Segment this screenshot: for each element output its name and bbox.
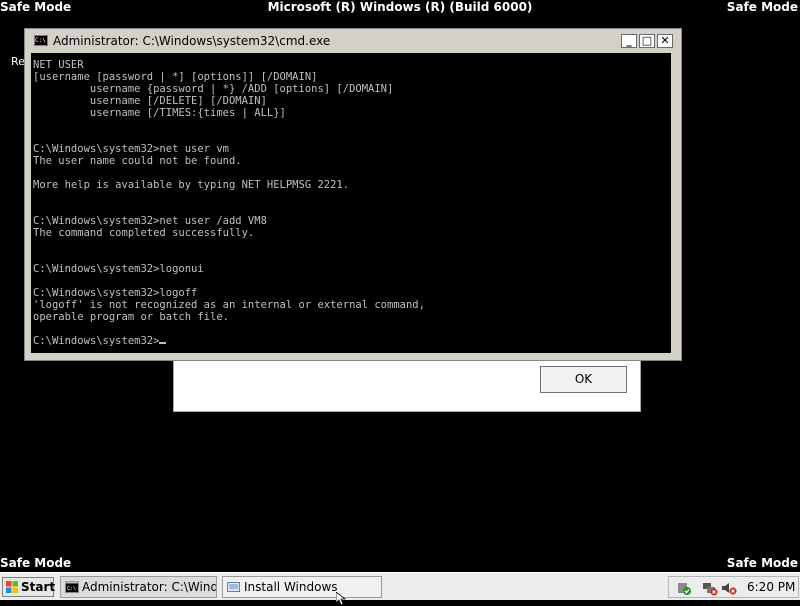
mouse-pointer-icon [336,592,346,606]
background-text-fragment: Re [11,55,25,68]
window-title: Administrator: C:\Windows\system32\cmd.e… [53,34,331,48]
console-output[interactable]: NET USER [username [password | *] [optio… [33,59,425,347]
windows-defender-icon[interactable] [676,580,692,596]
text-cursor [159,342,167,344]
safe-mode-label-bottom-right: Safe Mode [726,556,798,570]
start-label: Start [21,580,56,594]
start-button[interactable]: Start [2,577,56,597]
windows-logo-icon [6,581,18,593]
maximize-button[interactable]: □ [639,34,655,48]
ok-button[interactable]: OK [540,366,627,393]
console-text: NET USER [username [password | *] [optio… [33,59,425,347]
safe-mode-label-bottom-left: Safe Mode [0,556,72,570]
system-tray: 6:20 PM [668,576,799,598]
taskbar-button-label: Administrator: C:\Windo... [82,580,216,594]
taskbar-button-cmd[interactable]: C:\ Administrator: C:\Windo... [60,576,217,598]
minimize-button[interactable]: _ [621,34,637,48]
taskbar-button-label: Install Windows [244,580,338,594]
cmd-icon: C:\ [65,581,79,593]
build-title: Microsoft (R) Windows (R) (Build 6000) [267,0,533,14]
network-disconnected-icon[interactable] [702,580,718,596]
taskbar: Start C:\ Administrator: C:\Windo... Ins… [0,572,800,600]
background-dialog: OK [173,357,641,412]
clock[interactable]: 6:20 PM [747,577,795,597]
cmd-icon: C:\ [34,35,48,46]
setup-icon [227,582,240,592]
taskbar-button-install-windows[interactable]: Install Windows [222,576,382,598]
close-button[interactable]: ✕ [657,34,673,48]
console-area[interactable]: NET USER [username [password | *] [optio… [31,53,671,353]
cmd-window: C:\ Administrator: C:\Windows\system32\c… [24,28,682,361]
volume-muted-icon[interactable] [721,580,737,596]
svg-text:C:\: C:\ [67,586,76,592]
cmd-titlebar[interactable]: C:\ Administrator: C:\Windows\system32\c… [29,31,675,51]
